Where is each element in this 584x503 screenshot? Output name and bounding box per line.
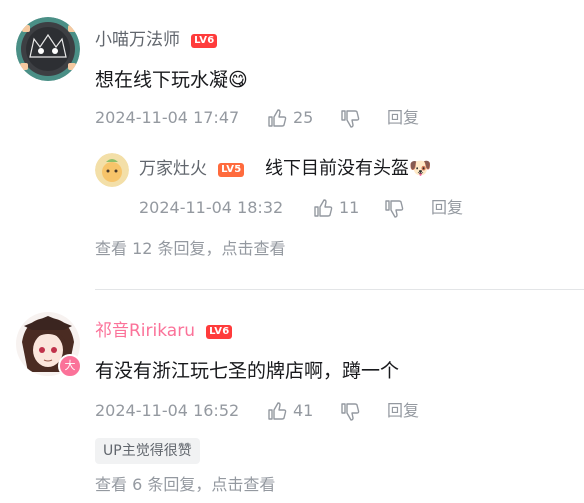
comment-body: 想在线下玩水凝	[95, 69, 229, 91]
up-liked-tag: UP主觉得很赞	[95, 438, 200, 464]
comment-header: 小喵万法师 LV6	[95, 30, 218, 50]
level-badge: LV6	[206, 325, 233, 339]
comment-header: 祁音Ririkaru LV6	[95, 321, 233, 341]
like-icon[interactable]	[267, 401, 287, 421]
reply-body: 线下目前没有头盔	[265, 158, 409, 179]
comment-text: 想在线下玩水凝😋	[95, 68, 248, 92]
comment-time: 2024-11-04 16:52	[95, 401, 240, 420]
view-more-replies[interactable]: 查看 6 条回复，点击查看	[95, 475, 275, 495]
reply-button[interactable]: 回复	[431, 198, 463, 218]
dislike-icon[interactable]	[340, 402, 360, 422]
comment-text: 有没有浙江玩七圣的牌店啊，蹲一个	[95, 360, 400, 382]
reply-button[interactable]: 回复	[387, 108, 419, 128]
reply-text: 线下目前没有头盔🐶	[265, 157, 431, 181]
reply-header: 万家灶火 LV5	[139, 159, 245, 179]
yum-emoji-icon: 😋	[228, 69, 248, 91]
avatar[interactable]	[16, 17, 80, 81]
divider	[95, 289, 584, 290]
level-badge: LV5	[218, 163, 245, 177]
like-icon[interactable]	[267, 108, 287, 128]
dislike-icon[interactable]	[384, 199, 404, 219]
vip-badge: 大	[58, 354, 82, 378]
reply-avatar[interactable]	[95, 153, 129, 187]
dislike-icon[interactable]	[340, 109, 360, 129]
reply-username[interactable]: 万家灶火	[139, 159, 207, 179]
username[interactable]: 祁音Ririkaru	[95, 321, 195, 341]
doge-emoji-icon: 🐶	[409, 158, 432, 179]
like-count: 11	[339, 198, 360, 217]
like-count: 25	[293, 108, 314, 127]
comment-time: 2024-11-04 17:47	[95, 108, 240, 127]
avatar[interactable]: 大	[16, 312, 82, 378]
username[interactable]: 小喵万法师	[95, 30, 180, 50]
reply-time: 2024-11-04 18:32	[139, 198, 284, 217]
level-badge: LV6	[191, 34, 218, 48]
like-count: 41	[293, 401, 314, 420]
view-more-replies[interactable]: 查看 12 条回复，点击查看	[95, 239, 286, 259]
comment-section: 小喵万法师 LV6 想在线下玩水凝😋 2024-11-04 17:47 25 回…	[0, 0, 584, 503]
reply-button[interactable]: 回复	[387, 401, 419, 421]
like-icon[interactable]	[313, 198, 333, 218]
